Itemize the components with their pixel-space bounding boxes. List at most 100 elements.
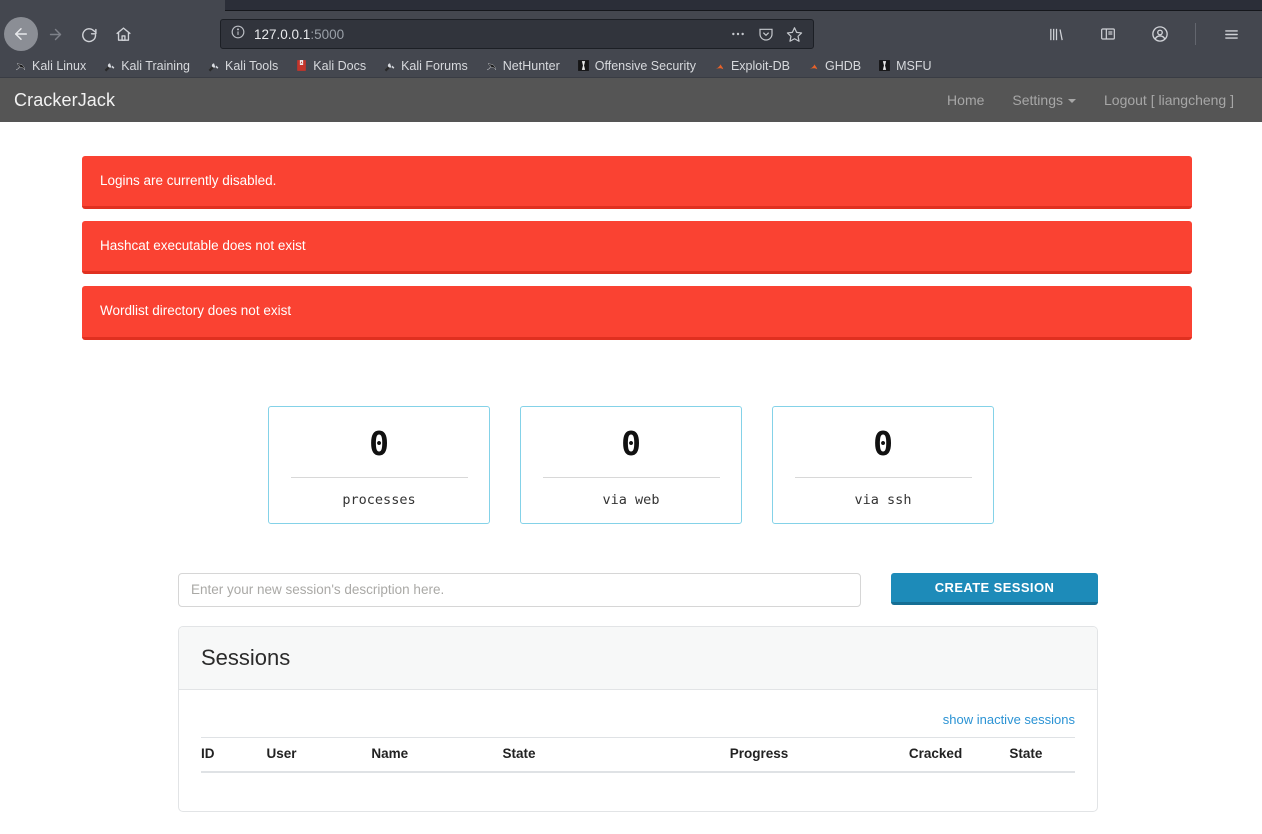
bookmark-kali-forums[interactable]: Kali Forums [383, 59, 477, 73]
url-text[interactable]: 127.0.0.1:5000 [254, 27, 730, 42]
alert-message: Hashcat executable does not exist [82, 221, 1192, 275]
bookmark-label: NetHunter [502, 58, 560, 73]
forward-button[interactable] [38, 17, 72, 51]
flame-icon [713, 59, 726, 72]
sidebar-icon [1099, 26, 1117, 42]
bookmark-label: Kali Docs [313, 58, 367, 73]
page-info-icon[interactable] [231, 25, 245, 44]
sessions-title: Sessions [201, 644, 291, 670]
column-header-state: State [502, 736, 730, 773]
stat-value: 0 [621, 423, 641, 463]
bookmark-ghdb[interactable]: GHDB [807, 59, 870, 73]
pocket-icon[interactable] [758, 26, 774, 42]
nav-link-settings[interactable]: Settings [998, 92, 1090, 108]
stat-divider [290, 476, 468, 478]
bookmark-kali-tools[interactable]: Kali Tools [207, 59, 287, 73]
column-header-id: ID [201, 736, 267, 773]
column-header-state-2: State [1009, 736, 1075, 773]
stat-card-processes: 0 processes [268, 405, 490, 524]
alert-message: Logins are currently disabled. [82, 156, 1192, 210]
url-port: :5000 [310, 26, 345, 42]
bookmark-kali-training[interactable]: Kali Training [103, 59, 199, 73]
column-header-name: Name [371, 736, 503, 773]
hamburger-menu-icon [1222, 26, 1241, 43]
stat-card-via-ssh: 0 via ssh [772, 405, 994, 524]
tab-strip [0, 0, 1262, 14]
home-button[interactable] [106, 17, 140, 51]
sessions-table: ID User Name State Progress Cracked Stat… [201, 736, 1075, 773]
create-session-row: CREATE SESSION [0, 572, 1262, 607]
bookmark-label: Kali Training [121, 58, 190, 73]
bookmark-label: MSFU [896, 58, 932, 73]
book-icon [295, 59, 308, 72]
show-inactive-row: show inactive sessions [201, 700, 1075, 737]
session-description-input[interactable] [178, 572, 861, 607]
nav-link-home[interactable]: Home [933, 92, 998, 108]
create-session-button[interactable]: CREATE SESSION [891, 572, 1098, 605]
alert-message: Wordlist directory does not exist [82, 286, 1192, 340]
alerts-container: Logins are currently disabled. Hashcat e… [0, 156, 1262, 340]
library-icon [1047, 26, 1066, 43]
bookmark-offensive-security[interactable]: Offensive Security [577, 59, 705, 73]
chevron-down-icon [1068, 99, 1076, 104]
app-nav-links: Home Settings Logout [ liangcheng ] [933, 92, 1248, 108]
bookmark-kali-docs[interactable]: Kali Docs [295, 59, 375, 73]
bookmark-label: GHDB [825, 58, 862, 73]
menu-button[interactable] [1214, 17, 1248, 51]
stat-label: processes [342, 491, 416, 508]
stat-divider [542, 476, 720, 478]
sessions-panel-body: show inactive sessions ID User Name Stat… [179, 690, 1097, 811]
bookmark-label: Kali Forums [401, 58, 468, 73]
kali-dragon-icon [485, 59, 498, 72]
stat-value: 0 [369, 423, 389, 463]
bookmark-label: Kali Tools [225, 58, 279, 73]
wrench-icon [103, 59, 116, 72]
browser-toolbar: 127.0.0.1:5000 [0, 14, 1262, 54]
more-options-icon[interactable] [730, 26, 746, 42]
table-header-row: ID User Name State Progress Cracked Stat… [201, 736, 1075, 773]
library-button[interactable] [1039, 17, 1073, 51]
home-icon [115, 26, 132, 43]
offsec-icon [577, 59, 590, 72]
bookmark-nethunter[interactable]: NetHunter [485, 59, 569, 73]
stat-label: via ssh [854, 491, 912, 508]
bookmark-label: Offensive Security [594, 58, 696, 73]
back-button[interactable] [4, 17, 38, 51]
forward-arrow-icon [47, 26, 64, 43]
account-button[interactable] [1143, 17, 1177, 51]
wrench-icon [207, 59, 220, 72]
kali-dragon-icon [14, 59, 27, 72]
bookmark-kali-linux[interactable]: Kali Linux [14, 59, 95, 73]
stat-card-via-web: 0 via web [520, 405, 742, 524]
sessions-panel: Sessions show inactive sessions ID User … [178, 625, 1098, 812]
url-bar[interactable]: 127.0.0.1:5000 [220, 19, 814, 49]
browser-right-controls [1039, 17, 1252, 51]
bookmarks-bar: Kali Linux Kali Training Kali Tools Kali… [0, 54, 1262, 78]
nav-link-logout[interactable]: Logout [ liangcheng ] [1090, 92, 1248, 108]
bookmark-msfu[interactable]: MSFU [878, 59, 940, 73]
bookmark-label: Kali Linux [32, 58, 87, 73]
stat-divider [794, 476, 972, 478]
bookmark-label: Exploit-DB [730, 58, 790, 73]
app-brand[interactable]: CrackerJack [14, 90, 115, 111]
account-icon [1151, 25, 1169, 43]
star-icon[interactable] [786, 26, 803, 43]
wrench-icon [383, 59, 396, 72]
sidebar-button[interactable] [1091, 17, 1125, 51]
column-header-progress: Progress [729, 736, 909, 773]
toolbar-divider [1195, 23, 1196, 45]
app-navbar: CrackerJack Home Settings Logout [ liang… [0, 78, 1262, 122]
stats-row: 0 processes 0 via web 0 via ssh [0, 405, 1262, 524]
reload-button[interactable] [72, 17, 106, 51]
browser-chrome: 127.0.0.1:5000 Kali Linux Kali Training … [0, 0, 1262, 78]
flame-icon [807, 59, 820, 72]
back-arrow-icon [12, 25, 30, 43]
bookmark-exploit-db[interactable]: Exploit-DB [713, 59, 799, 73]
settings-label: Settings [1012, 92, 1063, 108]
url-host: 127.0.0.1 [254, 26, 311, 42]
stat-value: 0 [873, 423, 893, 463]
column-header-user: User [266, 736, 372, 773]
page-content: Logins are currently disabled. Hashcat e… [0, 122, 1262, 812]
stat-label: via web [602, 491, 660, 508]
show-inactive-sessions-link[interactable]: show inactive sessions [943, 712, 1075, 727]
